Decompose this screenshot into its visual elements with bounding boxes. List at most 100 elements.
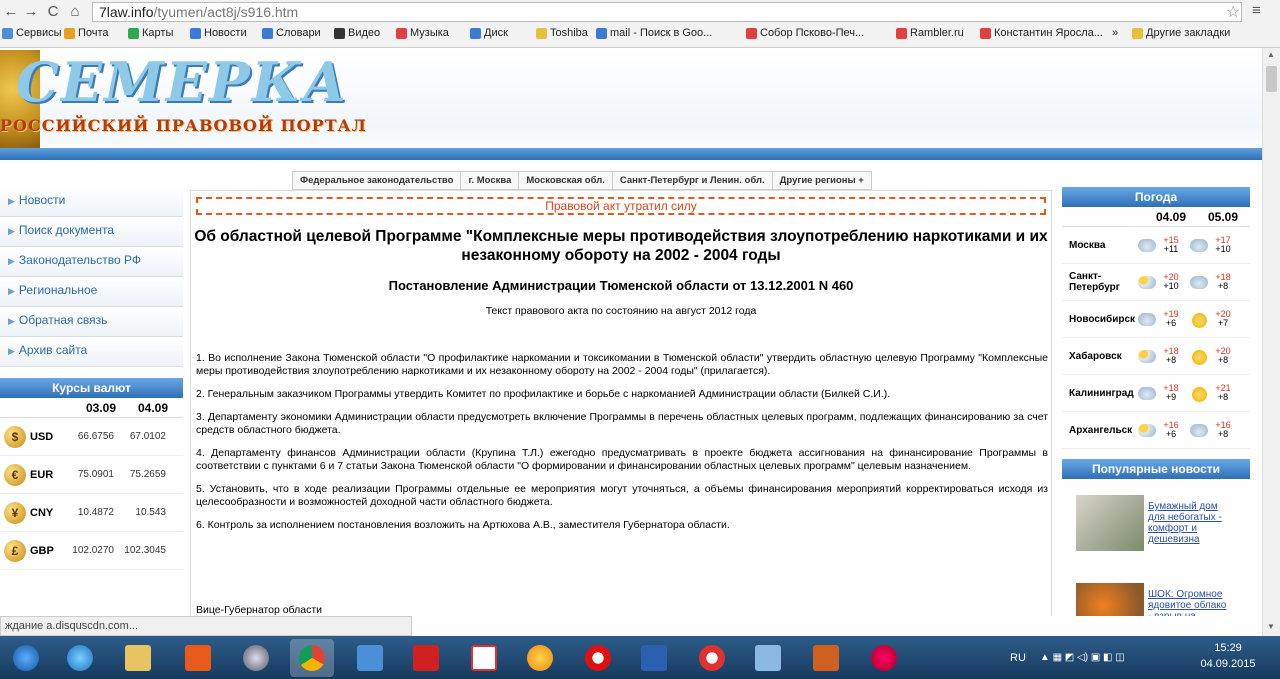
- word-icon[interactable]: [632, 639, 676, 677]
- more-bookmarks[interactable]: »: [1112, 27, 1118, 39]
- app-icon[interactable]: [804, 639, 848, 677]
- home-icon[interactable]: ⌂: [66, 2, 84, 22]
- bookmark-label: Rambler.ru: [910, 27, 964, 39]
- news-item[interactable]: ШОК: Огромное ядовитое облако - взрыв на…: [1062, 575, 1250, 616]
- tray-icons[interactable]: ▲ ▦ ◩ ◁) ▣ ◧ ◫: [1040, 652, 1125, 663]
- bookmark-item[interactable]: Новости: [190, 27, 247, 39]
- bookmark-item[interactable]: Собор Псково-Печ...: [746, 27, 864, 39]
- other-bookmarks[interactable]: Другие закладки: [1132, 27, 1230, 39]
- clock[interactable]: 15:29 04.09.2015: [1198, 640, 1258, 672]
- sun-cloud-icon: [1138, 349, 1156, 363]
- news-link[interactable]: Бумажный дом для небогатых - комфорт и д…: [1148, 501, 1228, 567]
- left-nav-item[interactable]: ▶ Региональное: [0, 277, 183, 307]
- yandex-icon[interactable]: [462, 639, 506, 677]
- weather-temp-2: +16 +8: [1208, 421, 1238, 439]
- temp-low: +6: [1165, 429, 1177, 439]
- reload-icon[interactable]: C: [44, 2, 62, 22]
- currency-row: £ GBP 102.0270 102.3045: [0, 532, 183, 570]
- system-tray: RU ▲ ▦ ◩ ◁) ▣ ◧ ◫: [1010, 636, 1125, 679]
- media-center-icon[interactable]: [234, 639, 278, 677]
- game-icon[interactable]: [862, 639, 906, 677]
- region-tab[interactable]: Московская обл.: [519, 172, 613, 189]
- menu-icon[interactable]: ≡: [1252, 2, 1261, 19]
- region-tab[interactable]: Федеральное законодательство: [293, 172, 462, 189]
- weather-row: Санкт-Петербург +20 +10 +18 +8: [1062, 264, 1250, 301]
- bookmark-item[interactable]: Видео: [334, 27, 380, 39]
- scroll-thumb[interactable]: [1266, 66, 1277, 92]
- sun-app-icon[interactable]: [518, 639, 562, 677]
- weather-dates: 04.09 05.09: [1062, 207, 1250, 227]
- back-icon[interactable]: ←: [2, 2, 20, 22]
- sun-icon: [1190, 386, 1208, 402]
- bookmark-item[interactable]: Сервисы: [2, 27, 62, 39]
- weather-city: Новосибирск: [1069, 313, 1136, 325]
- bookmark-label: Почта: [78, 27, 109, 39]
- paint-icon[interactable]: [746, 639, 790, 677]
- bookmark-item[interactable]: Диск: [470, 27, 508, 39]
- left-nav-item[interactable]: ▶ Новости: [0, 187, 183, 217]
- left-nav-label: Обратная связь: [18, 313, 108, 327]
- bookmark-item[interactable]: Почта: [64, 27, 109, 39]
- document-panel: Правовой акт утратил силу Об областной ц…: [190, 190, 1052, 616]
- lapsed-notice: Правовой акт утратил силу: [196, 197, 1046, 215]
- bookmark-star-icon[interactable]: ☆: [1226, 2, 1240, 22]
- bookmarks-bar: Сервисы Почта Карты Новости Словари Видео Музы…: [0, 24, 1280, 46]
- weather-row: Москва +15 +11 +17 +10: [1062, 227, 1250, 264]
- sun-cloud-icon: [1138, 275, 1156, 289]
- bookmark-item[interactable]: Константин Яросла...: [980, 27, 1103, 39]
- temp-low: +8: [1217, 392, 1229, 402]
- news-thumbnail[interactable]: [1076, 495, 1144, 551]
- bookmark-item[interactable]: Карты: [128, 27, 173, 39]
- left-nav-item[interactable]: ▶ Законодательство РФ: [0, 247, 183, 277]
- bookmark-item[interactable]: mail - Поиск в Goo...: [596, 27, 712, 39]
- chrome-icon[interactable]: [290, 639, 334, 677]
- url-field[interactable]: 7law.info/tyumen/act8j/s916.htm: [92, 2, 1242, 22]
- temp-low: +10: [1163, 281, 1179, 291]
- bookmark-label: Новости: [204, 27, 247, 39]
- bookmark-item[interactable]: Rambler.ru: [896, 27, 964, 39]
- currency-date-2: 04.09: [137, 401, 168, 415]
- bookmark-icon: [396, 27, 407, 39]
- site-logo[interactable]: СЕМЕРКА: [16, 50, 349, 114]
- opera-icon[interactable]: [576, 639, 620, 677]
- left-nav-item[interactable]: ▶ Поиск документа: [0, 217, 183, 247]
- bookmark-item[interactable]: Toshiba: [536, 27, 588, 39]
- internet-explorer-icon[interactable]: [58, 639, 102, 677]
- news-link[interactable]: ШОК: Огромное ядовитое облако - взрыв на…: [1148, 589, 1228, 616]
- region-tab[interactable]: г. Москва: [461, 172, 520, 189]
- document-subtitle: Постановление Администрации Тюменской об…: [388, 278, 854, 293]
- bookmark-item[interactable]: Музыка: [396, 27, 449, 39]
- region-tab[interactable]: Санкт-Петербург и Ленин. обл.: [613, 172, 773, 189]
- weather-temp-2: +20 +8: [1208, 347, 1238, 365]
- mail-icon[interactable]: [348, 639, 392, 677]
- left-nav-item[interactable]: ▶ Архив сайта: [0, 337, 183, 367]
- forward-icon[interactable]: →: [22, 2, 40, 22]
- currency-value-1: 102.0270: [72, 545, 114, 556]
- start-button[interactable]: [4, 639, 48, 677]
- kaspersky-icon[interactable]: [404, 639, 448, 677]
- currency-value-2: 75.2659: [129, 469, 166, 480]
- news-thumbnail[interactable]: [1076, 583, 1144, 616]
- file-explorer-icon[interactable]: [116, 639, 160, 677]
- bookmark-icon: [128, 27, 139, 39]
- arrow-icon: ▶: [8, 316, 15, 326]
- vertical-scrollbar[interactable]: ▲ ▼: [1262, 48, 1280, 636]
- address-bar-row: ← → C ⌂ 7law.info/tyumen/act8j/s916.htm …: [0, 0, 1280, 24]
- weather-temp-1: +15 +11: [1156, 236, 1186, 254]
- left-nav-item[interactable]: ▶ Обратная связь: [0, 307, 183, 337]
- news-item[interactable]: Бумажный дом для небогатых - комфорт и д…: [1062, 487, 1250, 567]
- region-tab[interactable]: Другие регионы +: [773, 172, 871, 189]
- currency-row: € EUR 75.0901 75.2659: [0, 456, 183, 494]
- temp-low: +6: [1165, 318, 1177, 328]
- status-bar: ждание a.disquscdn.com...: [0, 616, 412, 636]
- bookmark-item[interactable]: Словари: [262, 27, 321, 39]
- scroll-down-icon[interactable]: ▼: [1267, 622, 1275, 631]
- coin-icon: £: [4, 539, 26, 562]
- yandex-browser-icon[interactable]: [690, 639, 734, 677]
- language-indicator[interactable]: RU: [1010, 652, 1026, 664]
- weather-temp-1: +18 +9: [1156, 384, 1186, 402]
- weather-date-2: 05.09: [1207, 210, 1238, 224]
- temp-low: +7: [1217, 318, 1229, 328]
- scroll-up-icon[interactable]: ▲: [1267, 50, 1275, 59]
- media-player-icon[interactable]: [176, 639, 220, 677]
